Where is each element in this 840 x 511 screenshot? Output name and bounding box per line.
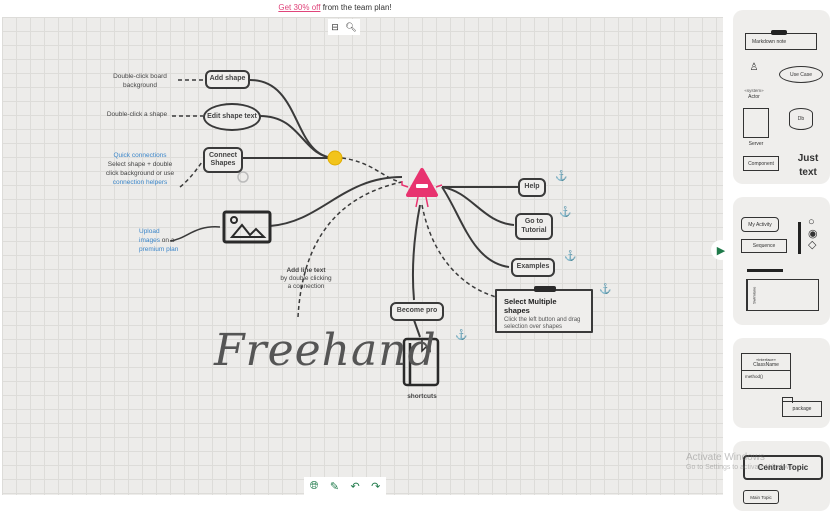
connection-helpers-link[interactable]: connection helpers: [113, 179, 168, 186]
join-bar[interactable]: [747, 269, 783, 272]
image-icon[interactable]: [222, 210, 272, 244]
undo-icon[interactable]: ↶: [350, 480, 359, 493]
library-card-activity[interactable]: My Activity Sequence ○ ◉ ◇ Swimlane: [733, 197, 830, 325]
node-examples[interactable]: Examples: [511, 258, 555, 277]
add-line-text-title: Add line text: [286, 267, 326, 274]
board-canvas[interactable]: Double-click board background Double-cli…: [2, 17, 723, 495]
anchor-icon[interactable]: ⚓: [564, 251, 576, 262]
redo-icon[interactable]: ↷: [371, 480, 380, 493]
anchor-icon[interactable]: ⚓: [559, 207, 571, 218]
note-tape: [534, 286, 556, 292]
promo-text: from the team plan!: [320, 3, 392, 12]
shape-main-topic[interactable]: Main Topic: [743, 490, 779, 504]
class-method: method(): [745, 374, 764, 379]
upload-mid-text: on a: [159, 237, 175, 245]
note-double-click-board: Double-click board background: [113, 73, 167, 90]
final-node-icon: ◉: [808, 227, 818, 240]
shape-db[interactable]: Db: [789, 108, 813, 130]
shape-library-sidebar: Markdown note ♙ «system» Actor Use Case …: [723, 0, 840, 511]
connection-image: [269, 176, 403, 227]
help-circle-icon[interactable]: [237, 171, 249, 183]
node-edit-shape-text[interactable]: Edit shape text: [203, 103, 261, 131]
connection-examples: [441, 186, 510, 268]
quick-connections-text: Select shape + double click background o…: [105, 161, 175, 178]
node-become-pro[interactable]: Become pro: [390, 302, 444, 321]
shape-my-activity[interactable]: My Activity: [741, 217, 779, 232]
note-double-click-shape: Double-click a shape: [106, 111, 168, 118]
shape-use-case[interactable]: Use Case: [779, 66, 823, 83]
watermark-subtitle: Go to Settings to activate Windows.: [686, 464, 797, 471]
library-card-class[interactable]: «interface» ClassName method() package: [733, 338, 830, 428]
actor-icon[interactable]: ♙: [743, 62, 765, 73]
shape-swimlane[interactable]: Swimlane: [746, 279, 819, 311]
anchor-icon[interactable]: ⚓: [555, 171, 567, 182]
library-card-basic[interactable]: Markdown note ♙ «system» Actor Use Case …: [733, 10, 830, 184]
add-line-text-body: by double clicking a connection: [280, 274, 332, 290]
node-add-shape[interactable]: Add shape: [205, 70, 250, 89]
note-select-multiple[interactable]: Select Multiple shapes Click the left bu…: [495, 286, 593, 333]
server-icon[interactable]: [743, 108, 769, 138]
top-bar: Get 30% off from the team plan!: [0, 0, 840, 17]
fork-bar[interactable]: [798, 222, 801, 254]
shape-markdown-note[interactable]: Markdown note: [745, 33, 817, 50]
pencil-icon[interactable]: ✎: [330, 480, 339, 493]
promo-link[interactable]: Get 30% off: [278, 3, 320, 12]
swimlane-label: Swimlane: [747, 280, 760, 310]
hub-node[interactable]: [327, 150, 343, 166]
server-label: Server: [748, 141, 764, 147]
node-go-to-tutorial[interactable]: Go to Tutorial: [515, 213, 553, 240]
activity-nodes[interactable]: ○ ◉ ◇: [808, 216, 818, 252]
shape-class[interactable]: «interface» ClassName method(): [741, 353, 791, 389]
connection-become-pro: [411, 204, 421, 301]
actor-stereotype: «system»: [744, 88, 764, 93]
note-upload-images: Upload images on a premium plan: [139, 227, 179, 254]
freehand-drawing[interactable]: Freehand: [214, 325, 437, 376]
select-multiple-title: Select Multiple shapes: [504, 297, 557, 315]
connection-add-shape: [249, 79, 336, 159]
select-multiple-body: Click the left button and drag selection…: [504, 317, 581, 331]
watermark-title: Activate Windows: [686, 452, 765, 463]
shape-just-text[interactable]: Just text: [791, 152, 825, 180]
decision-icon: ◇: [808, 239, 817, 252]
anchor-icon[interactable]: ⚓: [599, 284, 611, 295]
shape-package[interactable]: package: [782, 401, 822, 417]
windows-watermark: Activate Windows Go to Settings to activ…: [686, 452, 797, 472]
magnifier-icon[interactable]: 🔍︎: [345, 22, 356, 33]
promo-banner: Get 30% off from the team plan!: [0, 3, 670, 12]
anchor-icon[interactable]: ⚓: [455, 330, 467, 341]
package-tab: [782, 397, 793, 403]
bottom-border: [0, 495, 840, 500]
node-help[interactable]: Help: [518, 178, 546, 197]
note-tape: [771, 30, 787, 35]
dashed-connect: [179, 161, 203, 188]
quick-connections-link[interactable]: Quick connections: [113, 152, 166, 159]
play-icon: ▶: [716, 244, 726, 257]
note-quick-connections: Quick connections Select shape + double …: [102, 151, 178, 187]
class-name: ClassName: [742, 362, 790, 371]
globe-icon[interactable]: 🌐︎: [310, 480, 319, 493]
premium-plan-link[interactable]: premium plan: [139, 246, 178, 253]
actor-label: Actor: [748, 94, 760, 100]
note-add-line-text: Add line text by double clicking a conne…: [278, 267, 334, 290]
shape-sequence[interactable]: Sequence: [741, 239, 787, 253]
mascot-icon[interactable]: [401, 168, 443, 208]
collapse-sidebar-button[interactable]: ▶: [711, 240, 731, 260]
upload-images-link[interactable]: Upload images: [139, 228, 160, 244]
shape-component[interactable]: Component: [743, 156, 779, 171]
dashed-freehand: [297, 181, 403, 318]
shortcuts-label[interactable]: shortcuts: [397, 392, 447, 401]
node-connect-shapes[interactable]: Connect Shapes: [203, 147, 243, 173]
initial-node-icon: ○: [808, 216, 815, 228]
fit-screen-icon[interactable]: ⊟: [331, 22, 339, 33]
bottom-toolbar: 🌐︎ ✎ ↶ ↷: [304, 477, 386, 495]
zoom-controls: ⊟ 🔍︎: [328, 19, 360, 35]
